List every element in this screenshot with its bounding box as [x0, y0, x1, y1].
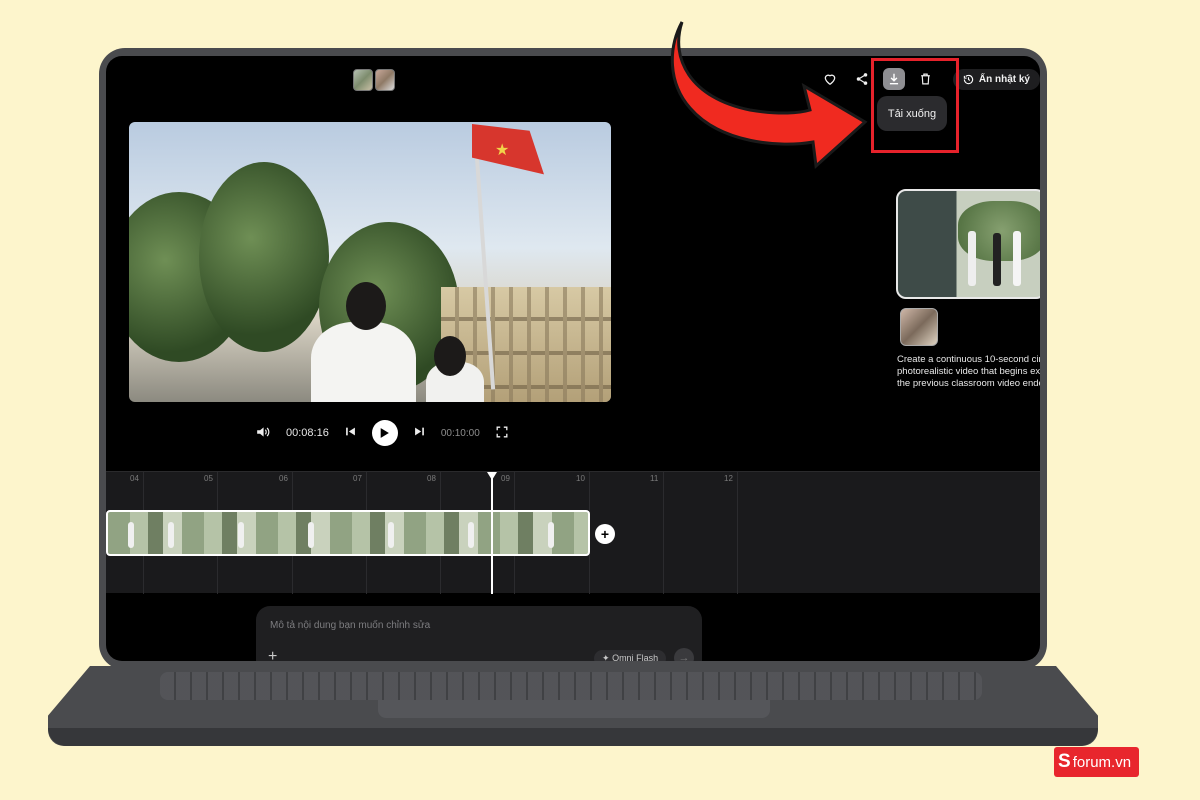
timeline-tick: 08 [427, 474, 436, 483]
sparkle-icon: ✦ [602, 653, 610, 661]
watermark-text: forum.vn [1072, 753, 1132, 771]
play-button[interactable] [371, 420, 398, 446]
player-controls: 00:08:16 00:10:00 [256, 420, 508, 446]
timeline-tick: 11 [650, 474, 659, 483]
page: Ẩn nhật ký Tải xuống ★ 00:08:16 00:10:00… [0, 0, 1200, 800]
scene-student [993, 233, 1001, 286]
timeline-tick: 10 [576, 474, 585, 483]
timeline-ruler[interactable]: 04 05 06 07 08 09 10 11 12 [106, 472, 1040, 488]
flag-star-icon: ★ [495, 142, 510, 159]
laptop-keyboard [160, 672, 982, 700]
model-selector[interactable]: ✦ Omni Flash [594, 650, 667, 661]
edit-prompt-box[interactable]: Mô tả nội dung bạn muốn chỉnh sửa + ✦ Om… [256, 606, 702, 661]
hide-diary-label: Ẩn nhật ký [978, 73, 1030, 85]
edit-prompt-placeholder[interactable]: Mô tả nội dung bạn muốn chỉnh sửa [270, 620, 430, 631]
clip-frame-figure [308, 522, 314, 548]
scene-student-head [434, 336, 466, 376]
timeline-tick: 06 [279, 474, 288, 483]
volume-icon[interactable] [256, 426, 270, 441]
scene-student-shirt [311, 322, 416, 402]
timeline-gridline [663, 472, 664, 594]
clip-frame-figure [468, 522, 474, 548]
play-icon [381, 428, 390, 438]
scene-student-head [346, 282, 386, 330]
timeline-tick: 12 [724, 474, 733, 483]
clip-frame-figure [548, 522, 554, 548]
timeline-playhead[interactable] [487, 472, 497, 594]
watermark-logo-letter: S [1058, 751, 1071, 772]
sforum-watermark: S forum.vn [1054, 747, 1140, 777]
total-duration: 00:10:00 [440, 427, 480, 439]
timeline-tick: 09 [501, 474, 510, 483]
timeline-tick: 05 [204, 474, 213, 483]
download-highlight-box [871, 58, 959, 153]
fullscreen-icon[interactable] [496, 426, 508, 441]
scene-student [1013, 231, 1021, 286]
skip-back-icon[interactable] [345, 426, 356, 440]
prompt-line: photorealistic video that begins exa [897, 366, 1040, 377]
history-video-thumbnail[interactable] [896, 189, 1040, 299]
prompt-line: the previous classroom video ende [897, 378, 1040, 389]
project-thumbnails[interactable] [353, 69, 395, 91]
timeline-gridline [737, 472, 738, 594]
laptop-touchpad [378, 700, 770, 718]
video-clip-strip[interactable] [106, 510, 590, 556]
prompt-line: Create a continuous 10-second cin [897, 354, 1040, 365]
add-clip-button[interactable]: + [595, 524, 615, 544]
history-icon [963, 74, 974, 84]
add-attachment-button[interactable]: + [268, 648, 277, 661]
clip-frame-figure [128, 522, 134, 548]
project-thumbnail[interactable] [375, 69, 395, 91]
current-time: 00:08:16 [286, 427, 329, 439]
clip-frame-figure [168, 522, 174, 548]
send-button[interactable]: → [674, 648, 694, 661]
arrow-right-icon: → [678, 652, 690, 661]
scene-tree [199, 162, 329, 352]
timeline-tick: 07 [353, 474, 362, 483]
model-label: Omni Flash [612, 653, 659, 661]
prompt-text: Create a continuous 10-second cin photor… [897, 354, 1040, 390]
hide-diary-button[interactable]: Ẩn nhật ký [952, 68, 1040, 90]
timeline[interactable]: 04 05 06 07 08 09 10 11 12 + [106, 471, 1040, 594]
scene-student [968, 231, 976, 286]
video-preview[interactable]: ★ [129, 122, 611, 402]
clip-frame-figure [238, 522, 244, 548]
clip-frame-figure [388, 522, 394, 548]
timeline-tick: 04 [130, 474, 139, 483]
reference-image-thumbnail[interactable] [900, 308, 938, 346]
laptop-base-edge [48, 728, 1098, 746]
annotation-arrow-icon [670, 21, 868, 170]
project-thumbnail[interactable] [353, 69, 373, 91]
skip-forward-icon[interactable] [414, 426, 425, 440]
